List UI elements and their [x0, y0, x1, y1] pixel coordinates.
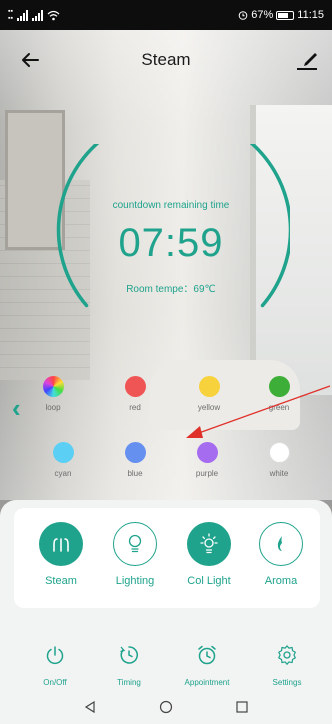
chevron-left-icon[interactable]: ‹ — [12, 393, 21, 424]
color-swatch-loop[interactable]: loop — [23, 376, 83, 412]
mode-label: Col Light — [187, 575, 231, 587]
signal-icon — [16, 9, 28, 21]
edit-icon[interactable] — [294, 46, 320, 72]
mode-aroma[interactable]: Aroma — [246, 522, 316, 587]
color-swatch-red[interactable]: red — [105, 376, 165, 412]
color-swatch-green[interactable]: green — [249, 376, 309, 412]
mode-label: Steam — [45, 575, 77, 587]
nav-settings[interactable]: Settings — [247, 644, 327, 687]
alarm-clock-icon — [198, 645, 216, 665]
signal-icon — [31, 9, 43, 21]
home-circle-icon[interactable] — [159, 700, 173, 714]
color-label: red — [129, 403, 141, 412]
nav-label: Settings — [272, 678, 302, 687]
back-triangle-icon[interactable] — [83, 700, 97, 714]
mode-col-light[interactable]: Col Light — [174, 522, 244, 587]
mode-lighting[interactable]: Lighting — [100, 522, 170, 587]
nav-on-off[interactable]: On/Off — [15, 644, 95, 687]
countdown-label: countdown remaining time — [112, 200, 230, 211]
battery-icon — [276, 10, 295, 20]
rainbow-dot — [42, 376, 64, 397]
color-swatch-yellow[interactable]: yellow — [179, 376, 239, 412]
color-swatch-white[interactable]: white — [249, 442, 309, 478]
mode-selector: Steam Lighting Col Light Aroma — [14, 508, 320, 608]
color-swatch-purple[interactable]: purple — [177, 442, 237, 478]
sun-bulb-icon — [187, 522, 231, 566]
system-navigation-bar — [0, 690, 332, 724]
color-label: loop — [45, 403, 61, 412]
battery-percent: 67% — [251, 9, 274, 21]
mode-label: Aroma — [264, 575, 298, 587]
countdown-time: 07:59 — [118, 221, 224, 265]
clock: 11:15 — [297, 9, 324, 21]
wifi-icon — [47, 10, 60, 20]
color-dot — [52, 442, 74, 463]
mode-label: Lighting — [115, 575, 155, 587]
color-dot — [124, 376, 146, 397]
nav-label: On/Off — [43, 678, 67, 687]
color-dot — [268, 376, 290, 397]
bottom-nav: On/Off Timing Appointment Settings — [0, 630, 332, 687]
sim-icon: ▪▪ ▪▪ — [8, 8, 13, 22]
top-bar: Steam — [0, 30, 332, 90]
color-label: white — [269, 469, 289, 478]
status-right: 67% 11:15 — [238, 9, 324, 21]
bulb-icon — [113, 522, 157, 566]
mode-steam[interactable]: Steam — [26, 522, 96, 587]
color-label: cyan — [54, 469, 72, 478]
room-temperature: Room tempe：69℃ — [126, 284, 216, 295]
color-label: green — [268, 403, 290, 412]
nav-label: Appointment — [184, 678, 230, 687]
recents-square-icon[interactable] — [235, 700, 249, 714]
flame-icon — [259, 522, 303, 566]
color-swatch-cyan[interactable]: cyan — [33, 442, 93, 478]
status-left-icons: ▪▪ ▪▪ — [8, 8, 60, 22]
color-dot — [196, 442, 218, 463]
color-swatch-blue[interactable]: blue — [105, 442, 165, 478]
page-title: Steam — [141, 50, 191, 69]
gear-icon — [278, 645, 296, 665]
color-label: yellow — [197, 403, 221, 412]
color-label: blue — [127, 469, 143, 478]
steam-icon — [39, 522, 83, 566]
nav-appointment[interactable]: Appointment — [167, 644, 247, 687]
color-dot — [198, 376, 220, 397]
dial-readout: countdown remaining time 07:59 Room temp… — [66, 200, 276, 295]
nav-label: Timing — [117, 678, 141, 687]
alarm-icon — [238, 11, 248, 20]
power-icon — [46, 646, 64, 665]
status-bar: ▪▪ ▪▪ 67% 11:15 — [0, 0, 332, 30]
back-arrow-icon[interactable] — [18, 48, 42, 72]
timer-icon — [120, 646, 138, 664]
color-dot — [124, 442, 146, 463]
color-label: purple — [195, 469, 219, 478]
nav-timing[interactable]: Timing — [89, 644, 169, 687]
color-dot — [268, 442, 290, 463]
